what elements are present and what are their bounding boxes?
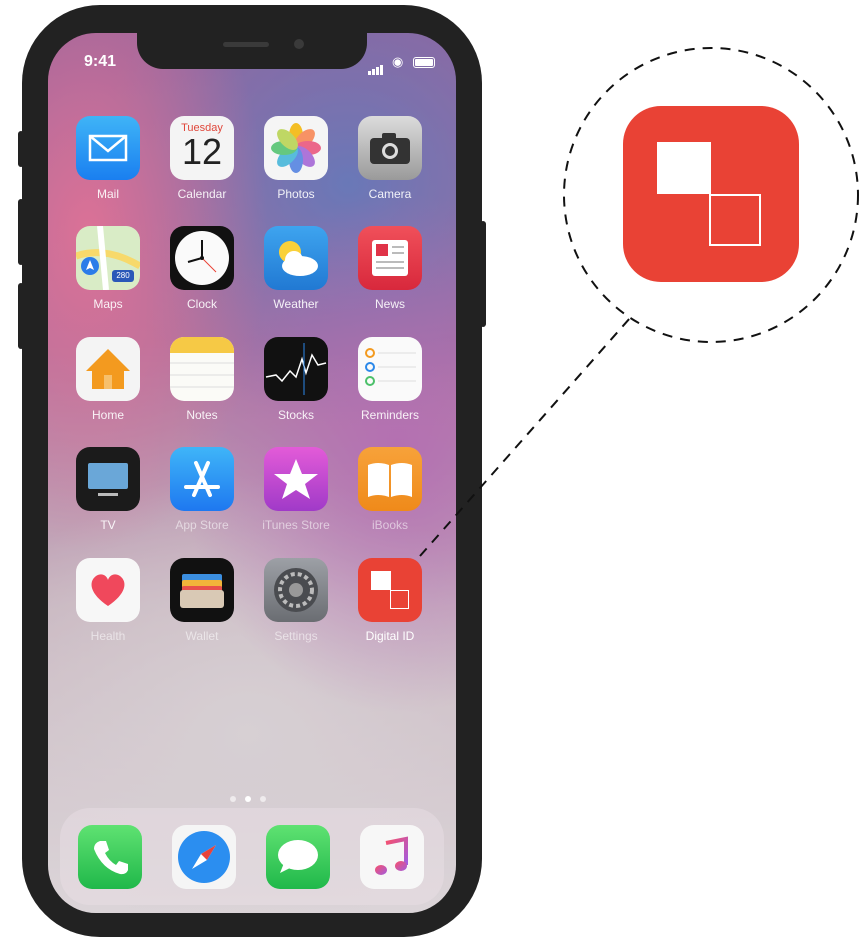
outlined-square [709,194,761,246]
callout-connector [419,317,631,557]
digital-id-icon-enlarged [623,106,799,282]
filled-square [657,142,711,194]
